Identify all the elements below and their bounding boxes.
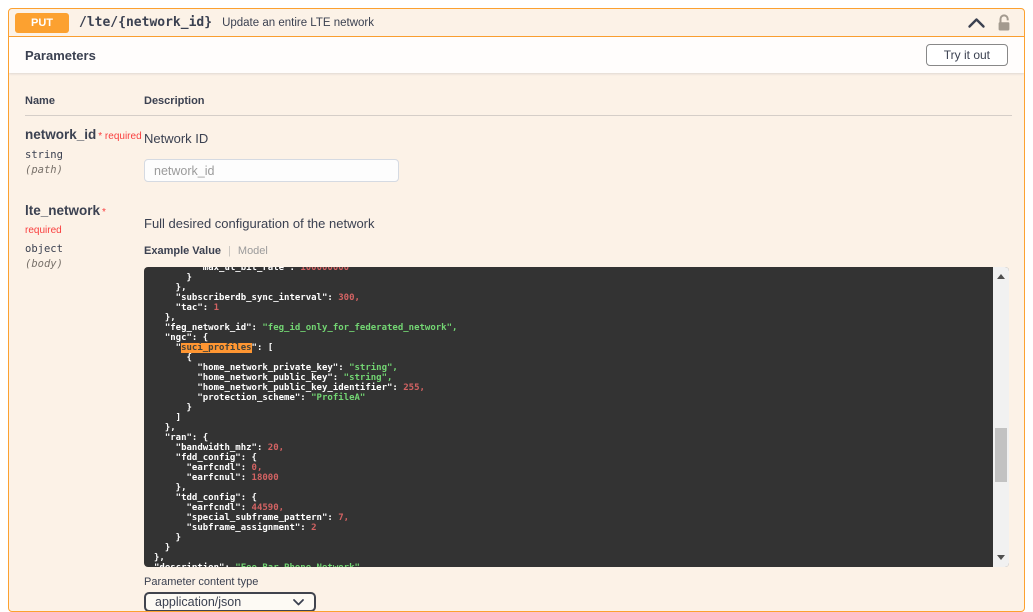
code-line: }, [154, 283, 993, 293]
method-badge: PUT [15, 13, 69, 33]
code-line: }, [154, 423, 993, 433]
code-scrollbar[interactable] [993, 267, 1009, 567]
code-line: } [154, 533, 993, 543]
chevron-down-icon [292, 598, 305, 607]
code-line: ] [154, 413, 993, 423]
scrollbar-up-arrow-icon[interactable] [997, 274, 1005, 279]
endpoint-path: /lte/{network_id} [79, 15, 212, 30]
collapse-chevron-up-icon[interactable] [967, 16, 986, 29]
code-line: "earfcnul": 18000 [154, 473, 993, 483]
param-description: Full desired configuration of the networ… [144, 216, 1012, 231]
content-type-label: Parameter content type [144, 576, 1012, 588]
code-line: { [154, 353, 993, 363]
content-type-select[interactable]: application/json [144, 592, 316, 612]
network-id-input[interactable] [144, 159, 399, 182]
code-line: }, [154, 313, 993, 323]
param-type: object [25, 243, 144, 255]
scrollbar-thumb[interactable] [995, 428, 1007, 482]
code-line: "earfcndl": 0, [154, 463, 993, 473]
code-line: "home_network_public_key_identifier": 25… [154, 383, 993, 393]
content-type-selected-value: application/json [155, 595, 292, 609]
code-line: "earfcndl": 44590, [154, 503, 993, 513]
param-type: string [25, 149, 144, 161]
code-line: "fdd_config": { [154, 453, 993, 463]
parameters-table-header: Name Description [25, 95, 1012, 116]
code-line: "bandwidth_mhz": 20, [154, 443, 993, 453]
tab-separator: | [228, 245, 231, 257]
example-model-tabs: Example Value | Model [144, 245, 1012, 257]
param-row-network-id: network_id* required string (path) Netwo… [25, 116, 1012, 182]
code-line: }, [154, 483, 993, 493]
parameters-table: Name Description network_id* required st… [9, 95, 1024, 612]
param-description: Network ID [144, 131, 1012, 146]
description-column-header: Description [144, 95, 1012, 107]
code-line: "tac": 1 [154, 303, 993, 313]
code-line: } [154, 403, 993, 413]
code-line: }, [154, 553, 993, 563]
tab-model[interactable]: Model [238, 245, 268, 257]
code-line: } [154, 273, 993, 283]
code-line: "tdd_config": { [154, 493, 993, 503]
put-operation-panel: PUT /lte/{network_id} Update an entire L… [8, 8, 1025, 612]
code-line: "home_network_private_key": "string", [154, 363, 993, 373]
code-line: "ngc": { [154, 333, 993, 343]
auth-unlock-icon[interactable] [996, 14, 1012, 32]
scrollbar-down-arrow-icon[interactable] [997, 555, 1005, 560]
parameters-title: Parameters [25, 48, 926, 63]
required-badge: * required [98, 131, 141, 142]
name-column-header: Name [25, 95, 144, 107]
tab-example-value[interactable]: Example Value [144, 245, 221, 257]
code-line: "special_subframe_pattern": 7, [154, 513, 993, 523]
code-line: "subscriberdb_sync_interval": 300, [154, 293, 993, 303]
code-line: "subframe_assignment": 2 [154, 523, 993, 533]
code-line: } [154, 543, 993, 553]
code-line: "home_network_public_key": "string", [154, 373, 993, 383]
try-it-out-button[interactable]: Try it out [926, 44, 1008, 66]
code-line: "feg_network_id": "feg_id_only_for_feder… [154, 323, 993, 333]
parameters-section-header: Parameters Try it out [9, 37, 1024, 73]
param-name: lte_network [25, 203, 100, 218]
code-line: "protection_scheme": "ProfileA" [154, 393, 993, 403]
param-location: (body) [25, 258, 144, 270]
param-name: network_id [25, 127, 96, 142]
endpoint-summary: Update an entire LTE network [222, 17, 967, 29]
example-value-code-block[interactable]: "max_ul_bit_rate": 100000000 } }, "subsc… [144, 267, 1009, 567]
code-pre: "max_ul_bit_rate": 100000000 } }, "subsc… [144, 267, 993, 567]
param-location: (path) [25, 164, 144, 176]
operation-summary-bar[interactable]: PUT /lte/{network_id} Update an entire L… [9, 9, 1024, 37]
code-line: "description": "Foo Bar Phone Network", [154, 563, 993, 567]
code-line: "ran": { [154, 433, 993, 443]
param-row-lte-network: lte_network* required object (body) Full… [25, 182, 1012, 612]
code-line: "suci_profiles": [ [154, 343, 993, 353]
